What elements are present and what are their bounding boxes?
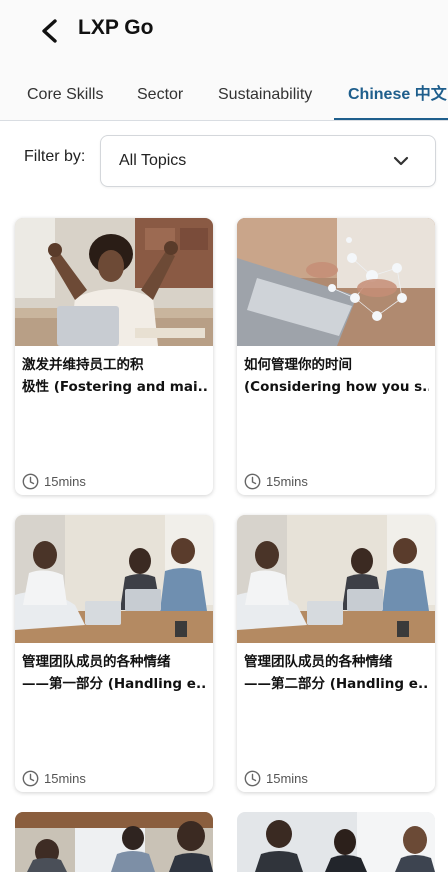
course-title: 管理团队成员的各种情绪 ——第一部分 (Handling e... [22, 654, 207, 692]
course-card[interactable]: 管理团队成员的各种情绪 ——第二部分 (Handling e... 15mins [237, 515, 435, 792]
team-meeting-image [15, 515, 213, 643]
topic-filter-value: All Topics [119, 152, 187, 169]
category-tabs: Core Skills Sector Sustainability Chines… [0, 66, 448, 121]
course-thumbnail [237, 218, 435, 346]
clock-icon [22, 770, 39, 786]
app-header: LXP Go [0, 0, 448, 66]
topic-filter-dropdown[interactable]: All Topics [100, 135, 436, 187]
course-card[interactable]: 管理团队成员的各种情绪 ——第一部分 (Handling e... 15mins [15, 515, 213, 792]
team-meeting-image [237, 515, 435, 643]
office-team-image [15, 812, 213, 872]
celebrating-woman-image [15, 218, 213, 346]
course-thumbnail [15, 515, 213, 643]
course-title: 管理团队成员的各种情绪 ——第二部分 (Handling e... [244, 654, 429, 692]
course-duration: 15mins [244, 472, 308, 490]
course-card-partial[interactable] [237, 812, 435, 872]
course-card[interactable]: 如何管理你的时间 (Considering how you s... 15min… [237, 218, 435, 495]
course-title: 激发并维持员工的积 极性 (Fostering and mai... [22, 357, 207, 395]
course-duration: 15mins [22, 472, 86, 490]
course-duration: 15mins [244, 769, 308, 787]
course-duration: 15mins [22, 769, 86, 787]
office-people-image [237, 812, 435, 872]
tab-sustainability[interactable]: Sustainability [218, 66, 312, 120]
tab-core-skills[interactable]: Core Skills [27, 66, 103, 120]
clock-icon [22, 473, 39, 489]
tab-sector[interactable]: Sector [137, 66, 183, 120]
chevron-down-icon [393, 156, 409, 166]
tab-chinese[interactable]: Chinese 中文 [334, 66, 448, 120]
course-card-partial[interactable] [15, 812, 213, 872]
course-card[interactable]: 激发并维持员工的积 极性 (Fostering and mai... 15min… [15, 218, 213, 495]
clock-icon [244, 770, 261, 786]
app-title: LXP Go [78, 16, 154, 39]
back-arrow-icon[interactable] [38, 18, 62, 44]
laptop-network-image [237, 218, 435, 346]
course-thumbnail [237, 515, 435, 643]
clock-icon [244, 473, 261, 489]
course-thumbnail [15, 218, 213, 346]
course-title: 如何管理你的时间 (Considering how you s... [244, 357, 429, 395]
filter-label: Filter by: [24, 148, 86, 165]
